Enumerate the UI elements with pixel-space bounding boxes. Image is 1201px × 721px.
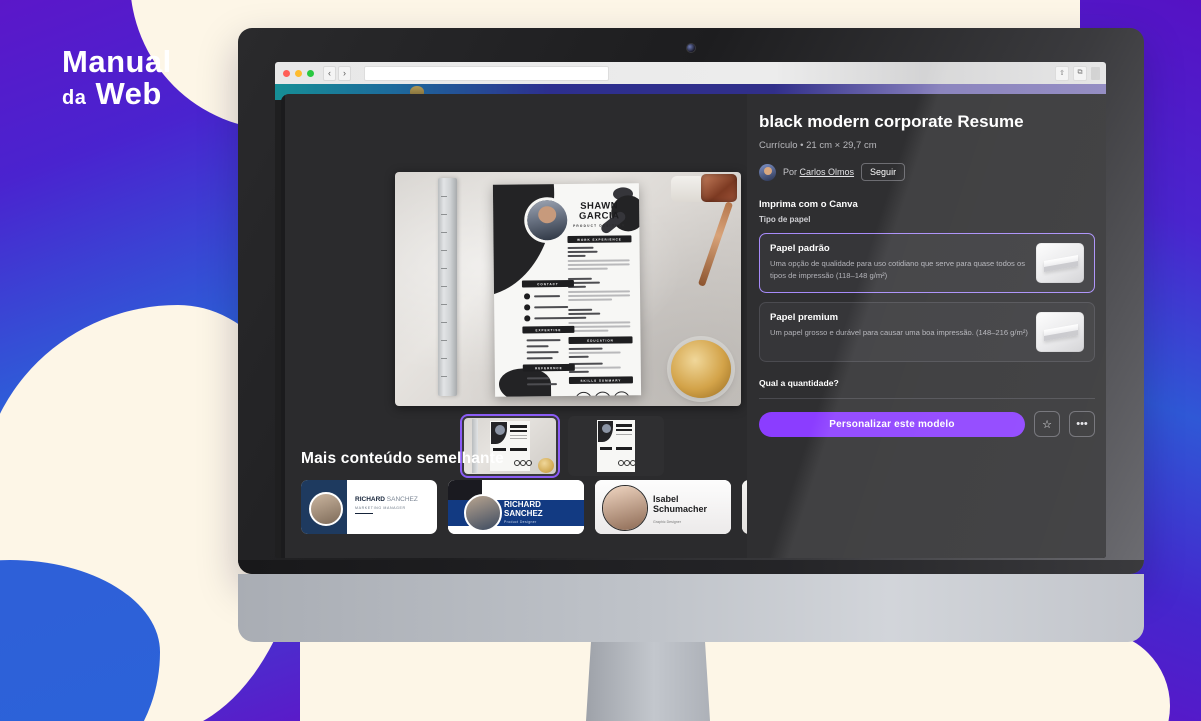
browser-window: ‹ › ⇧ ⧉ SHAWN GARCIA PRODUCT DESIGNER WO… — [275, 62, 1106, 558]
resume-section-skills: SKILLS SUMMARY — [568, 376, 633, 384]
address-bar[interactable] — [364, 65, 609, 81]
paper-type-label: Tipo de papel — [759, 215, 811, 225]
author-byline: Por Carlos Olmos — [783, 167, 854, 177]
brand-logo: Manual da Web — [62, 44, 172, 109]
brand-logo-line2: da Web — [62, 78, 172, 109]
author-name-link[interactable]: Carlos Olmos — [800, 167, 855, 177]
author-prefix: Por — [783, 167, 798, 178]
similar-card-3-role: Graphic Designer — [653, 520, 681, 524]
resume-section-work: WORK EXPERIENCE — [567, 235, 632, 243]
customize-template-button[interactable]: Personalizar este modelo — [759, 411, 1025, 437]
resume-name-line2: GARCIA — [578, 210, 620, 223]
resume-portrait — [527, 199, 568, 241]
background-notch-right — [1020, 631, 1170, 721]
ruler-prop — [438, 178, 457, 396]
more-options-icon[interactable]: ••• — [1069, 411, 1095, 438]
webcam-icon — [687, 44, 695, 52]
divider — [759, 398, 1095, 400]
tabs-overview-icon[interactable]: ⧉ — [1073, 65, 1087, 81]
canva-page: SHAWN GARCIA PRODUCT DESIGNER WORK EXPER… — [281, 94, 1106, 558]
thumbnail-flat[interactable] — [568, 416, 664, 476]
brand-logo-web: Web — [95, 75, 162, 111]
monitor-stand — [586, 642, 710, 721]
maximize-window-button[interactable] — [307, 69, 314, 77]
quantity-label: Qual a quantidade? — [759, 378, 839, 389]
coffee-prop — [671, 340, 731, 398]
similar-card-1-name: RICHARD SANCHEZ — [355, 496, 418, 503]
paper-option-standard-desc: Uma opção de qualidade para uso cotidian… — [770, 259, 1025, 281]
paper-premium-thumbnail — [1036, 312, 1084, 353]
similar-card-1[interactable]: RICHARD SANCHEZ MARKETING MANAGER — [301, 480, 437, 534]
page-title: black modern corporate Resume — [759, 112, 1024, 131]
paper-option-premium-desc: Um papel grosso e durável para causar um… — [770, 328, 1028, 338]
similar-card-1-role: MARKETING MANAGER — [355, 506, 406, 510]
back-icon[interactable]: ‹ — [323, 65, 336, 81]
template-preview[interactable]: SHAWN GARCIA PRODUCT DESIGNER WORK EXPER… — [395, 172, 741, 406]
follow-button[interactable]: Seguir — [861, 163, 906, 182]
resume-section-reference: REFERENCE — [522, 363, 575, 372]
resume-role: PRODUCT DESIGNER — [573, 223, 626, 228]
paper-standard-thumbnail — [1036, 243, 1084, 284]
similar-card-3-last: Schumacher — [653, 503, 708, 514]
monitor-screen: ‹ › ⇧ ⧉ SHAWN GARCIA PRODUCT DESIGNER WO… — [275, 62, 1106, 558]
page-subtitle: Currículo • 21 cm × 29,7 cm — [759, 140, 877, 152]
template-info-panel: black modern corporate Resume Currículo … — [747, 94, 1106, 558]
avatar[interactable] — [759, 163, 776, 181]
page-left-rail — [281, 94, 285, 558]
author-row: Por Carlos Olmos Seguir — [759, 163, 1095, 182]
paper-option-standard-name: Papel padrão — [770, 243, 830, 255]
resume-section-contact: CONTACT — [521, 279, 574, 288]
monitor-chin — [238, 560, 1144, 574]
brand-logo-prefix: da — [62, 86, 87, 109]
toolbar-right-actions: ⇧ ⧉ — [1055, 65, 1100, 81]
resume-name: SHAWN GARCIA — [567, 200, 631, 223]
print-heading: Imprima com o Canva — [759, 199, 858, 211]
browser-toolbar: ‹ › ⇧ ⧉ — [275, 62, 1106, 84]
monitor-base — [238, 574, 1144, 642]
similar-card-2-last: SANCHEZ — [504, 508, 543, 518]
imac-monitor: ‹ › ⇧ ⧉ SHAWN GARCIA PRODUCT DESIGNER WO… — [238, 28, 1144, 574]
forward-icon[interactable]: › — [338, 65, 351, 81]
sidebar-toggle-icon[interactable] — [1091, 66, 1100, 80]
minimize-window-button[interactable] — [295, 69, 302, 77]
brand-logo-line1: Manual — [62, 44, 172, 79]
paper-option-standard[interactable]: Papel padrão Uma opção de qualidade para… — [759, 233, 1095, 294]
share-icon[interactable]: ⇧ — [1055, 65, 1069, 81]
navigation-buttons: ‹ › — [323, 65, 351, 81]
resume-section-expertise: EXPERTISE — [522, 325, 575, 334]
similar-card-3[interactable]: Isabel Schumacher Graphic Designer — [595, 480, 731, 534]
similar-section-title: Mais conteúdo semelhante — [301, 450, 504, 467]
snack-bowl-prop — [701, 174, 737, 202]
poster-canvas: Manual da Web ‹ › ⇧ ⧉ SHAWN GARCIA PRODU… — [0, 0, 1201, 721]
close-window-button[interactable] — [283, 69, 290, 77]
similar-card-2[interactable]: RICHARD SANCHEZ Product Designer — [448, 480, 584, 534]
paper-option-premium-name: Papel premium — [770, 312, 839, 324]
paper-option-premium[interactable]: Papel premium Um papel grosso e durável … — [759, 302, 1095, 363]
window-controls — [283, 69, 314, 77]
resume-section-education: EDUCATION — [568, 336, 633, 344]
cup-prop — [671, 176, 705, 202]
preview-mockup-image: SHAWN GARCIA PRODUCT DESIGNER WORK EXPER… — [395, 172, 741, 406]
resume-sheet: SHAWN GARCIA PRODUCT DESIGNER WORK EXPER… — [492, 183, 642, 397]
action-row: Personalizar este modelo ☆ ••• — [759, 411, 1095, 438]
star-icon[interactable]: ☆ — [1034, 411, 1060, 438]
similar-card-2-role: Product Designer — [504, 520, 537, 524]
